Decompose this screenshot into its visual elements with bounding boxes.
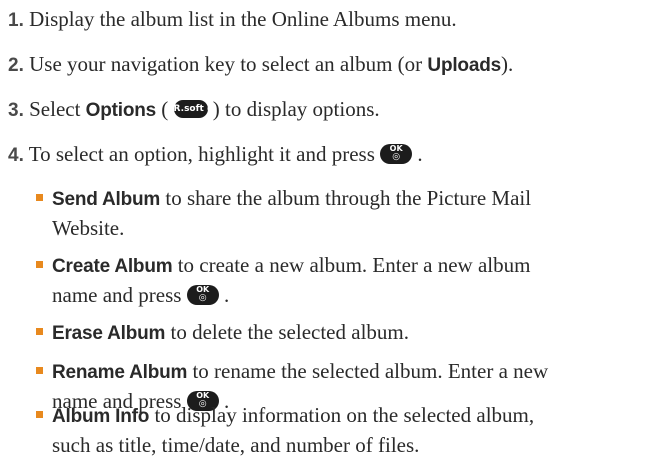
option-desc-cont: name and press xyxy=(52,283,187,307)
step-text: Use your navigation key to select an alb… xyxy=(29,52,428,76)
option-title: Rename Album xyxy=(52,362,188,383)
option-desc-cont: such as title, time/date, and number of … xyxy=(52,433,420,457)
option-erase-album: Erase Album to delete the selected album… xyxy=(36,318,612,348)
step-number: 4. xyxy=(8,145,24,166)
option-title: Create Album xyxy=(52,256,173,277)
bullet-icon xyxy=(36,328,43,335)
option-desc: to rename the selected album. Enter a ne… xyxy=(187,359,549,383)
ok-key-icon: OK ◎ xyxy=(380,144,413,165)
step-text-end: . xyxy=(412,142,423,166)
option-title: Album Info xyxy=(52,406,150,427)
step-text-end: ). xyxy=(500,52,514,76)
step-1: 1. Display the album list in the Online … xyxy=(8,6,641,34)
step-4: 4. To select an option, highlight it and… xyxy=(8,141,641,169)
option-desc: to create a new album. Enter a new album xyxy=(172,253,531,277)
option-desc: to delete the selected album. xyxy=(165,320,410,344)
step-3: 3. Select Options ( R.soft ● ) to displa… xyxy=(8,96,641,124)
instruction-page: 1. Display the album list in the Online … xyxy=(0,0,647,460)
step-2: 2. Use your navigation key to select an … xyxy=(8,51,641,79)
step-number: 3. xyxy=(8,100,24,121)
option-desc: to share the album through the Picture M… xyxy=(160,186,532,210)
step-bold-term: Options xyxy=(85,100,157,121)
right-softkey-icon: R.soft ● xyxy=(173,100,215,119)
option-create-album: Create Album to create a new album. Ente… xyxy=(36,251,612,309)
step-text: Display the album list in the Online Alb… xyxy=(29,7,457,31)
bullet-icon xyxy=(36,367,43,374)
bullet-icon xyxy=(36,261,43,268)
option-title: Send Album xyxy=(52,189,161,210)
option-album-info: Album Info to display information on the… xyxy=(36,401,612,459)
option-desc-cont: Website. xyxy=(52,216,125,240)
step-text-mid: ( xyxy=(156,97,174,121)
bullet-icon xyxy=(36,411,43,418)
step-text: To select an option, highlight it and pr… xyxy=(28,142,381,166)
bullet-icon xyxy=(36,194,43,201)
option-send-album: Send Album to share the album through th… xyxy=(36,184,612,242)
option-title: Erase Album xyxy=(52,323,166,344)
step-number: 2. xyxy=(8,55,24,76)
step-number: 1. xyxy=(8,10,24,31)
step-text: Select xyxy=(29,97,86,121)
step-bold-term: Uploads xyxy=(427,55,501,76)
option-desc: to display information on the selected a… xyxy=(149,403,535,427)
ok-key-icon: OK ◎ xyxy=(186,285,219,306)
step-text-end: ) to display options. xyxy=(207,97,380,121)
